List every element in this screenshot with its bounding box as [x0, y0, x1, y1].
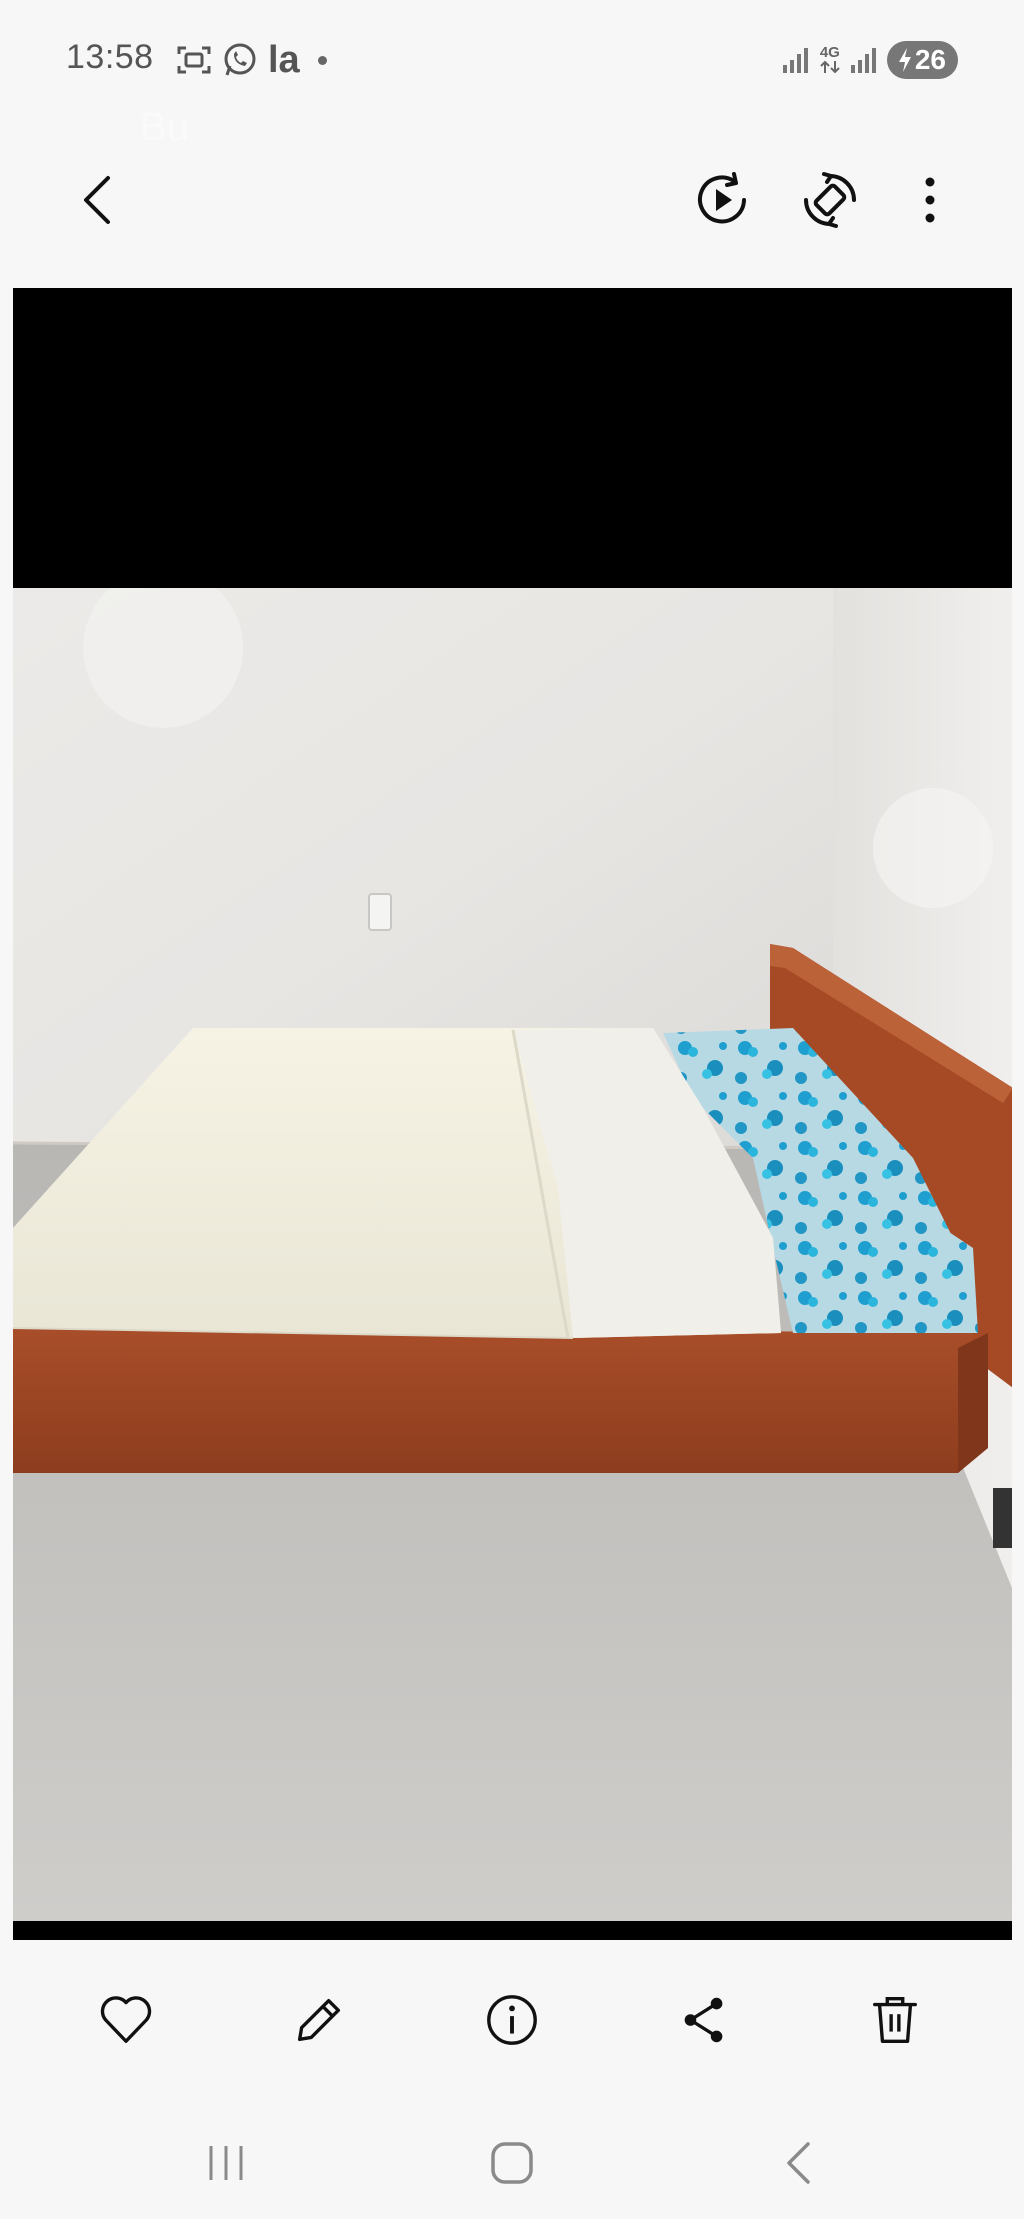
- charging-icon: [898, 48, 911, 72]
- recent-apps-button[interactable]: [196, 2133, 256, 2193]
- nav-back-button[interactable]: [770, 2133, 830, 2193]
- status-left-icons: la: [176, 39, 327, 81]
- delete-button[interactable]: [860, 1985, 930, 2055]
- network-type: 4G: [819, 45, 841, 74]
- auto-rotate-icon: [804, 172, 856, 228]
- edit-button[interactable]: [284, 1985, 354, 2055]
- screenshot-icon: [177, 46, 211, 74]
- share-icon: [684, 1997, 723, 2043]
- status-bar: 13:58 la 4G 26: [0, 0, 1024, 120]
- heart-icon: [100, 1996, 152, 2043]
- recent-apps-icon: [209, 2146, 243, 2180]
- favorite-button[interactable]: [91, 1985, 161, 2055]
- notification-dot: [317, 55, 327, 65]
- app-indicator: la: [268, 39, 300, 81]
- back-button[interactable]: [70, 170, 130, 230]
- home-icon: [491, 2142, 533, 2184]
- image-viewer[interactable]: [13, 288, 1012, 1940]
- system-nav-bar: [0, 2095, 1024, 2219]
- more-vert-icon: [925, 177, 935, 223]
- pencil-icon: [297, 1998, 341, 2042]
- whatsapp-icon: [224, 43, 256, 76]
- rotate-button[interactable]: [800, 170, 860, 230]
- status-time: 13:58: [66, 38, 154, 76]
- back-arrow-icon: [84, 176, 110, 224]
- play-circle-icon: [698, 172, 746, 224]
- status-right-icons: 4G 26: [781, 40, 958, 80]
- data-arrows-icon: [820, 60, 840, 74]
- signal-icon: [782, 48, 808, 73]
- battery-indicator: 26: [886, 41, 958, 79]
- trash-icon: [873, 1997, 917, 2043]
- nav-back-icon: [787, 2142, 810, 2184]
- details-button[interactable]: [477, 1985, 547, 2055]
- share-button[interactable]: [669, 1985, 739, 2055]
- play-slideshow-button[interactable]: [692, 170, 752, 230]
- bottom-action-bar: [0, 1945, 1024, 2095]
- ghost-title: Bu: [140, 105, 189, 149]
- battery-level: 26: [914, 44, 946, 75]
- signal-icon-2: [850, 48, 876, 73]
- home-button[interactable]: [482, 2133, 542, 2193]
- bed-photo: [13, 588, 1012, 1921]
- info-icon: [487, 1995, 537, 2045]
- more-options-button[interactable]: [900, 170, 960, 230]
